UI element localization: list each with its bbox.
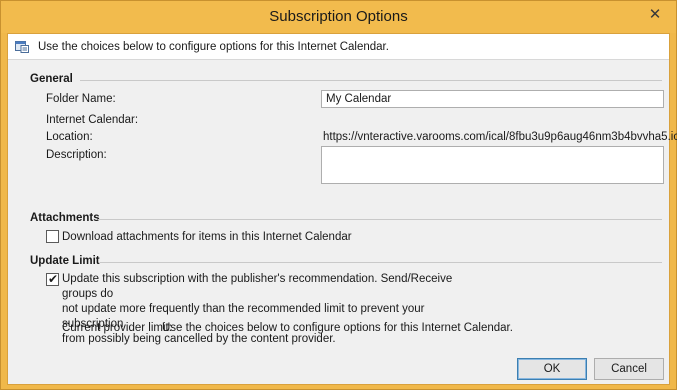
ok-button[interactable]: OK [517, 358, 587, 380]
provider-limit-value: Use the choices below to configure optio… [162, 322, 513, 334]
close-icon: ✕ [648, 6, 662, 23]
internet-calendar-label: Internet Calendar: [46, 114, 139, 126]
folder-name-label: Folder Name: [46, 93, 116, 105]
attachments-divider [98, 219, 662, 220]
download-attachments-label[interactable]: Download attachments for items in this I… [62, 231, 352, 243]
general-heading: General [30, 73, 73, 85]
recommendation-line-1: Update this subscription with the publis… [62, 273, 453, 300]
checkmark-icon: ✔ [48, 272, 59, 286]
description-label: Description: [46, 149, 107, 161]
cancel-button[interactable]: Cancel [594, 358, 664, 380]
title-bar[interactable]: Subscription Options ✕ [1, 1, 676, 33]
info-banner: Use the choices below to configure optio… [8, 34, 669, 60]
banner-text: Use the choices below to configure optio… [38, 41, 389, 53]
general-divider [80, 80, 662, 81]
calendar-subscription-icon [15, 41, 29, 53]
close-button[interactable]: ✕ [644, 7, 666, 23]
publisher-recommendation-checkbox[interactable]: ✔ [46, 272, 59, 286]
description-input[interactable] [321, 146, 664, 184]
update-limit-divider [100, 262, 662, 263]
location-value: https://vnteractive.varooms.com/ical/8fb… [323, 131, 677, 143]
location-label: Location: [46, 131, 93, 143]
attachments-heading: Attachments [30, 212, 100, 224]
subscription-options-dialog: Subscription Options ✕ Use the choices b… [0, 0, 677, 390]
recommendation-line-3: from possibly being cancelled by the con… [62, 333, 336, 345]
update-limit-heading: Update Limit [30, 255, 100, 267]
dialog-title: Subscription Options [269, 8, 408, 25]
publisher-recommendation-label[interactable]: Update this subscription with the publis… [62, 272, 472, 347]
dialog-body: Use the choices below to configure optio… [7, 33, 677, 385]
download-attachments-checkbox[interactable] [46, 230, 59, 243]
provider-limit-label: Current provider limit: [62, 322, 172, 334]
folder-name-input[interactable] [321, 90, 664, 108]
